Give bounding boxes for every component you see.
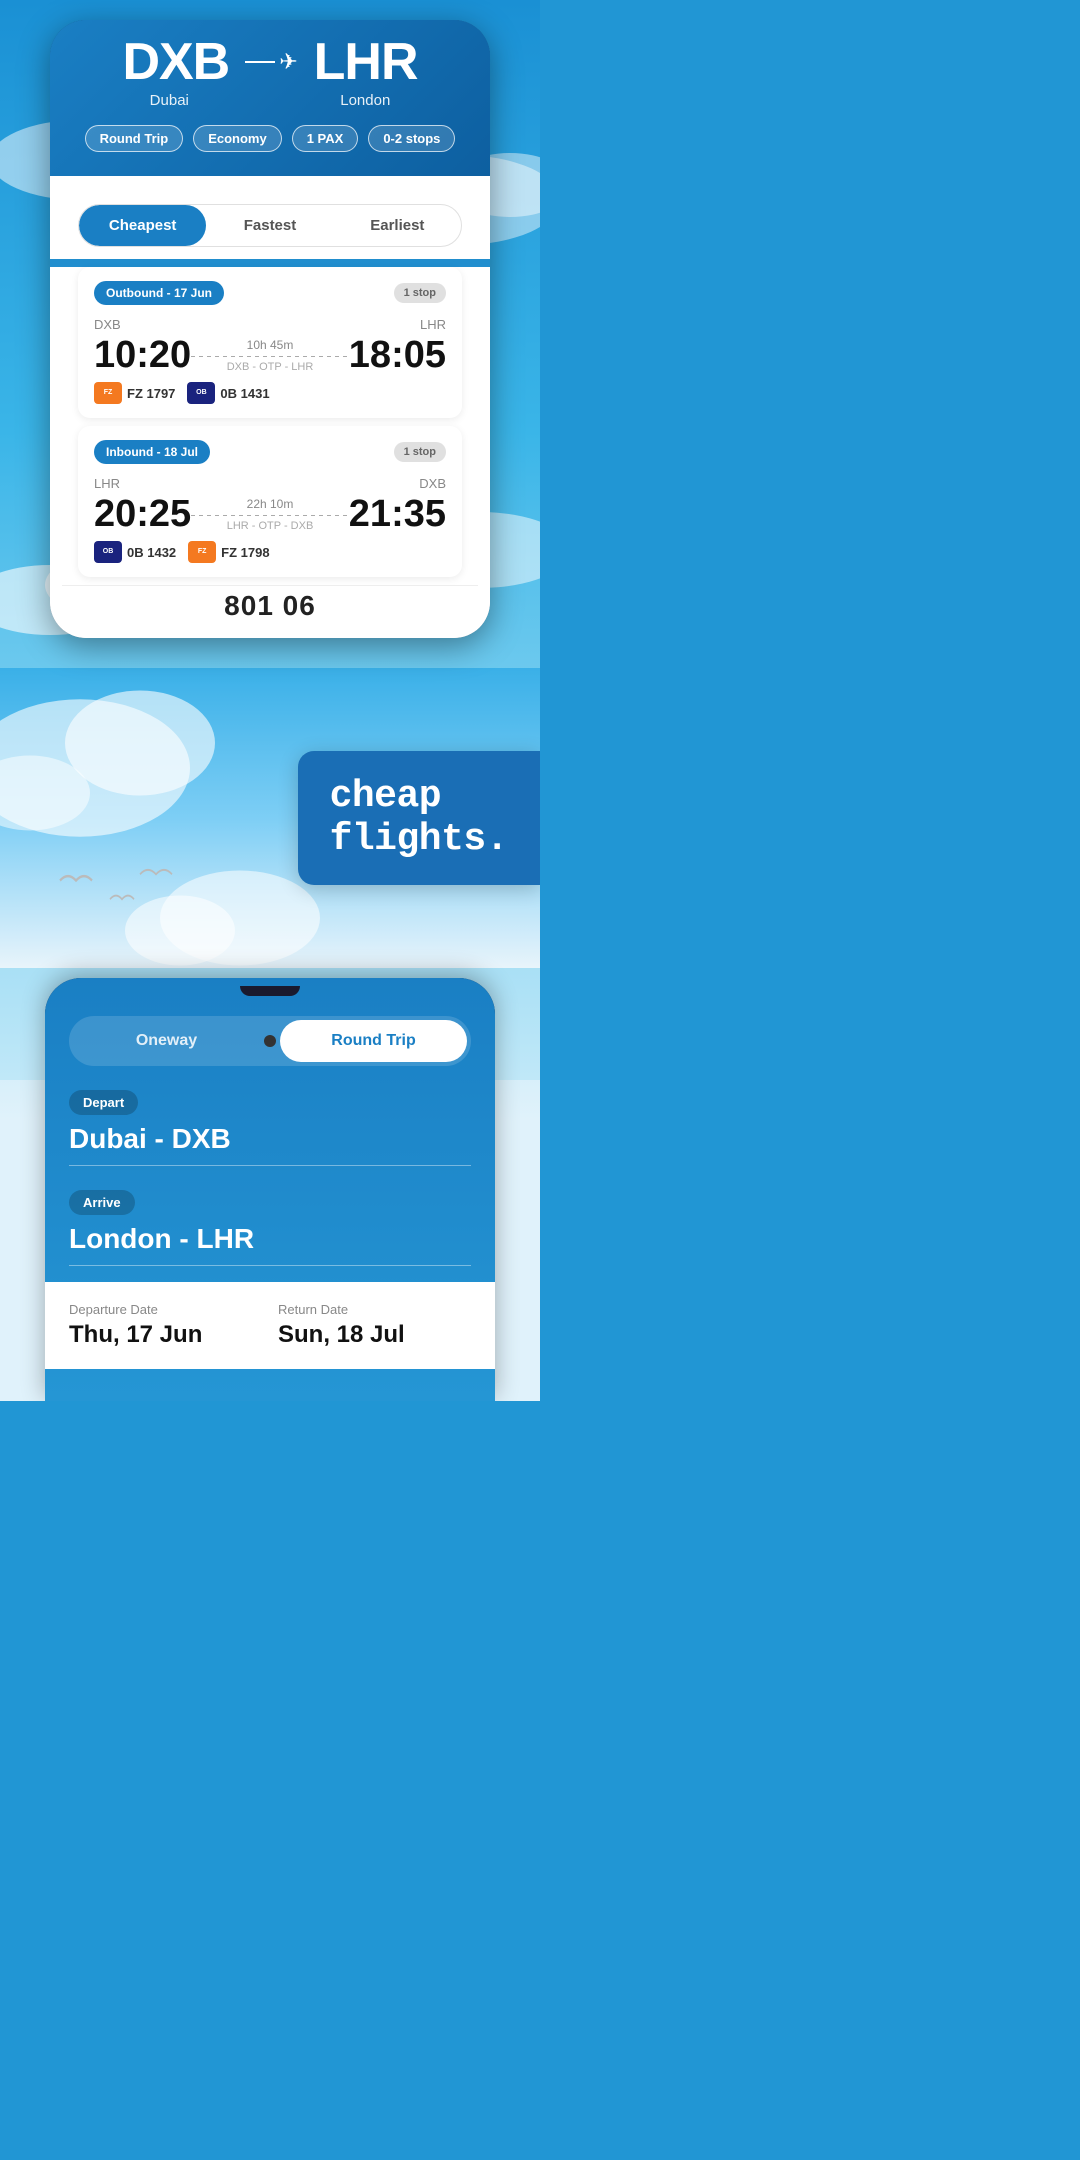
price-peek: 801 06 [224, 590, 316, 621]
inbound-flight-code-1: 0B 1432 [127, 545, 176, 560]
cheap-flights-banner: cheap flights. [298, 751, 540, 885]
outbound-dep-time: 10:20 [94, 336, 191, 374]
departure-date-block[interactable]: Departure Date Thu, 17 Jun [69, 1302, 262, 1349]
flydubai-logo: FZ [94, 382, 122, 404]
outbound-arr-time: 18:05 [349, 336, 446, 374]
outbound-to: LHR [420, 317, 446, 332]
pill-round-trip[interactable]: Round Trip [85, 125, 184, 152]
outbound-stop-badge: 1 stop [394, 283, 446, 303]
outbound-airline-2: OB 0B 1431 [187, 382, 269, 404]
origin-code: DXB [122, 36, 229, 88]
flight-header: DXB ✈ LHR Dubai London Round Trip Econom… [50, 20, 490, 176]
depart-label: Depart [69, 1090, 138, 1115]
dest-code: LHR [314, 36, 418, 88]
outbound-airline-1: FZ FZ 1797 [94, 382, 175, 404]
pill-stops[interactable]: 0-2 stops [368, 125, 455, 152]
tab-fastest[interactable]: Fastest [206, 205, 333, 246]
phone-notch [240, 986, 300, 996]
outbound-flight-card: Outbound - 17 Jun 1 stop DXB LHR 10:20 1… [78, 267, 462, 418]
arrive-value[interactable]: London - LHR [69, 1223, 471, 1266]
outbound-label: Outbound - 17 Jun [94, 281, 224, 305]
tarom-logo-2: OB [94, 541, 122, 563]
main-wrapper: DXB ✈ LHR Dubai London Round Trip Econom… [0, 0, 540, 1401]
tarom-logo: OB [187, 382, 215, 404]
outbound-from: DXB [94, 317, 121, 332]
inbound-airlines: OB 0B 1432 FZ FZ 1798 [94, 541, 446, 563]
pill-pax[interactable]: 1 PAX [292, 125, 359, 152]
departure-date-label: Departure Date [69, 1302, 262, 1317]
bottom-phone: Oneway Round Trip Depart Dubai - DXB Arr… [45, 978, 495, 1401]
depart-value[interactable]: Dubai - DXB [69, 1123, 471, 1166]
flight-arrow-icon: ✈ [245, 49, 297, 75]
dest-city: London [340, 92, 390, 109]
dates-grid: Departure Date Thu, 17 Jun Return Date S… [69, 1302, 471, 1349]
inbound-dep-time: 20:25 [94, 495, 191, 533]
inbound-duration: 22h 10m LHR - OTP - DXB [191, 497, 349, 532]
search-section: Depart Dubai - DXB Arrive London - LHR [45, 1066, 495, 1266]
departure-date-value: Thu, 17 Jun [69, 1321, 262, 1349]
arrive-label: Arrive [69, 1190, 135, 1215]
inbound-flight-card: Inbound - 18 Jul 1 stop LHR DXB 20:25 22… [78, 426, 462, 577]
inbound-flight-code-2: FZ 1798 [221, 545, 269, 560]
pill-economy[interactable]: Economy [193, 125, 282, 152]
filter-pills: Round Trip Economy 1 PAX 0-2 stops [74, 125, 466, 152]
inbound-stop-badge: 1 stop [394, 442, 446, 462]
outbound-flight-code-1: FZ 1797 [127, 386, 175, 401]
inbound-from: LHR [94, 476, 120, 491]
inbound-to: DXB [419, 476, 446, 491]
outbound-flight-code-2: 0B 1431 [220, 386, 269, 401]
trip-option-oneway[interactable]: Oneway [73, 1020, 260, 1062]
banner-text: cheap flights. [330, 775, 508, 861]
dates-section: Departure Date Thu, 17 Jun Return Date S… [45, 1282, 495, 1369]
toggle-dot [264, 1035, 276, 1047]
inbound-arr-time: 21:35 [349, 495, 446, 533]
outbound-duration: 10h 45m DXB - OTP - LHR [191, 338, 349, 373]
outbound-airlines: FZ FZ 1797 OB 0B 1431 [94, 382, 446, 404]
tab-earliest[interactable]: Earliest [334, 205, 461, 246]
return-date-block[interactable]: Return Date Sun, 18 Jul [278, 1302, 471, 1349]
inbound-airline-1: OB 0B 1432 [94, 541, 176, 563]
origin-city: Dubai [150, 92, 189, 109]
trip-type-toggle: Oneway Round Trip [69, 1016, 471, 1066]
top-phone: DXB ✈ LHR Dubai London Round Trip Econom… [50, 20, 490, 638]
flydubai-logo-2: FZ [188, 541, 216, 563]
trip-option-round[interactable]: Round Trip [280, 1020, 467, 1062]
inbound-label: Inbound - 18 Jul [94, 440, 210, 464]
tab-cheapest[interactable]: Cheapest [79, 205, 206, 246]
inbound-airline-2: FZ FZ 1798 [188, 541, 269, 563]
sort-tabs: Cheapest Fastest Earliest [78, 204, 462, 247]
return-date-value: Sun, 18 Jul [278, 1321, 471, 1349]
return-date-label: Return Date [278, 1302, 471, 1317]
